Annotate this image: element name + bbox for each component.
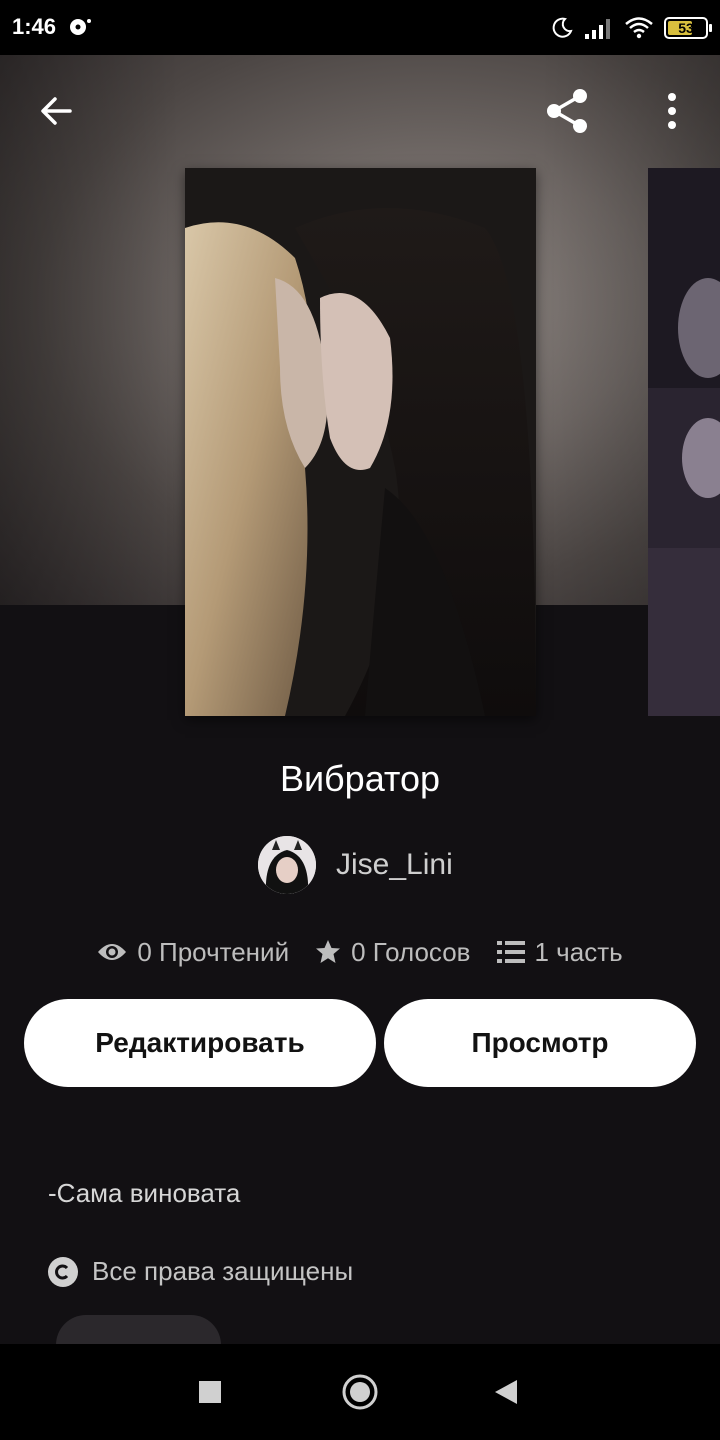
share-button[interactable] (541, 85, 593, 137)
home-circle-icon (342, 1374, 378, 1410)
signal-icon (585, 19, 610, 39)
copyright-text: Все права защищены (92, 1256, 354, 1286)
list-icon (496, 941, 525, 963)
edit-button[interactable]: Редактировать (24, 999, 376, 1087)
arrow-left-icon (41, 97, 72, 125)
system-navigation-bar (0, 1344, 720, 1440)
back-button[interactable] (30, 85, 82, 137)
story-title: Вибратор (279, 758, 441, 799)
share-icon (547, 89, 587, 133)
story-stats: 0 Прочтений 0 Голосов 1 часть (0, 930, 720, 974)
avatar (258, 836, 316, 894)
media-disc-icon (70, 19, 91, 35)
author-link[interactable]: Jise_Lini (258, 836, 453, 894)
moon-icon (552, 17, 573, 38)
copyright-icon (48, 1256, 78, 1287)
story-cover[interactable] (185, 168, 536, 716)
home-button[interactable] (336, 1368, 384, 1416)
reads-count: 0 Прочтений (137, 936, 290, 967)
view-button[interactable]: Просмотр (384, 999, 696, 1087)
parts-count: 1 часть (534, 936, 623, 967)
recent-apps-button[interactable] (186, 1368, 234, 1416)
status-time: 1:46 (12, 14, 57, 39)
author-avatar-image (258, 836, 316, 894)
status-icons: 53 (550, 14, 712, 42)
battery-level: 53 (678, 20, 694, 36)
copyright-info: Все права защищены (48, 1256, 353, 1287)
story-description: -Сама виновата (48, 1178, 241, 1208)
wifi-icon (625, 17, 653, 39)
status-bar: 1:46 53 (0, 0, 720, 55)
battery-icon: 53 (664, 17, 712, 39)
reads-stat: 0 Прочтений (97, 937, 289, 968)
eye-icon (98, 944, 127, 960)
next-story-cover[interactable] (648, 168, 720, 716)
author-name: Jise_Lini (336, 848, 453, 881)
parts-stat: 1 часть (496, 936, 623, 968)
triangle-back-icon (495, 1380, 517, 1404)
more-options-button[interactable] (646, 85, 698, 137)
square-icon (199, 1381, 221, 1403)
back-nav-button[interactable] (482, 1368, 530, 1416)
cover-artwork (185, 168, 536, 716)
star-icon (316, 940, 341, 963)
votes-count: 0 Голосов (351, 936, 471, 967)
more-vertical-icon (668, 93, 676, 129)
next-cover-artwork (648, 168, 720, 716)
votes-stat: 0 Голосов (315, 936, 471, 968)
